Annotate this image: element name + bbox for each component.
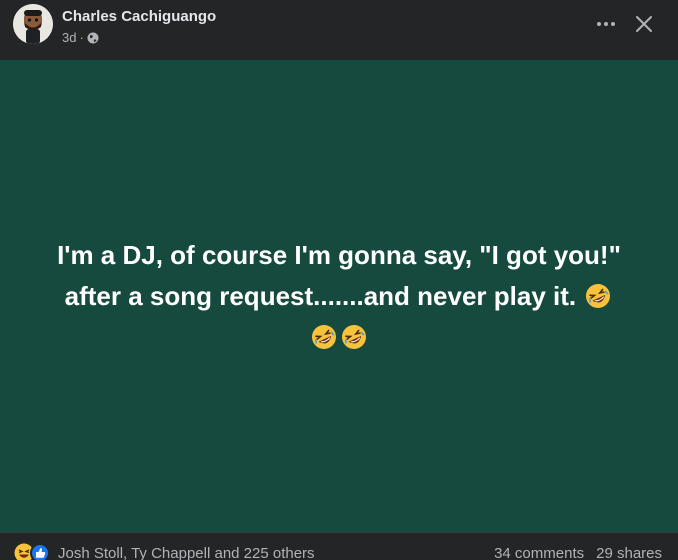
more-options-button[interactable] [592,10,620,38]
post-text-line2: after a song request.......and never pla… [64,280,577,311]
post-meta: 3d · [62,30,99,45]
reactions-summary[interactable]: Josh Stoll, Ty Chappell and 225 others [58,545,315,560]
author-name[interactable]: Charles Cachiguango [62,8,216,25]
reaction-icons[interactable] [14,543,50,560]
like-icon [30,543,50,560]
close-icon [636,16,652,32]
globe-icon [87,32,99,44]
post-text-line1: I'm a DJ, of course I'm gonna say, "I go… [57,239,621,270]
post-footer: Josh Stoll, Ty Chappell and 225 others 3… [0,532,678,560]
rofl-emoji-icon [584,281,612,309]
rofl-emoji-icon [310,322,338,350]
engagement-counts: 34 comments 29 shares [494,545,662,560]
rofl-emoji-icon [340,322,368,350]
avatar[interactable] [13,4,53,44]
post-time[interactable]: 3d [62,30,76,45]
post-text: I'm a DJ, of course I'm gonna say, "I go… [19,235,659,358]
shares-count[interactable]: 29 shares [596,545,662,560]
post-header: Charles Cachiguango 3d · [0,0,678,60]
post-body: I'm a DJ, of course I'm gonna say, "I go… [0,60,678,532]
close-button[interactable] [628,8,660,40]
meta-separator: · [79,30,84,45]
comments-count[interactable]: 34 comments [494,545,584,560]
